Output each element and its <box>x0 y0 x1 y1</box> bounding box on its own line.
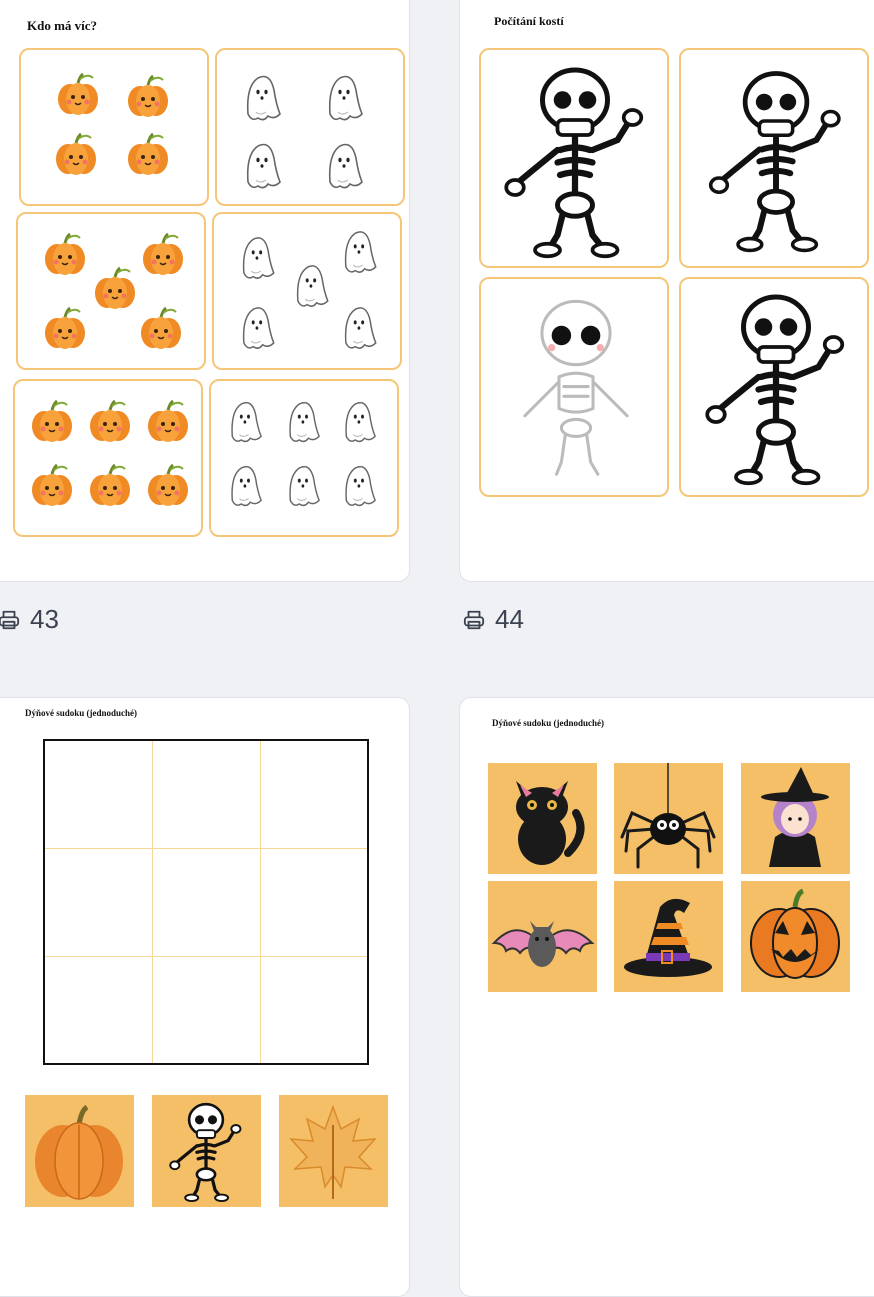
pumpkin-icon <box>143 461 193 511</box>
card-title: Kdo má víc? <box>27 18 98 33</box>
bat-icon <box>491 921 595 967</box>
ghost-icon <box>235 136 287 196</box>
pumpkin-icon <box>53 70 103 120</box>
pumpkin-icon <box>85 461 135 511</box>
ghost-box <box>212 212 402 370</box>
pumpkin-icon <box>51 130 101 180</box>
skeleton-outline-icon <box>503 291 649 487</box>
ghost-icon <box>286 258 334 314</box>
picture-witch-hat[interactable] <box>614 881 723 992</box>
print-count-value: 43 <box>30 604 59 634</box>
pumpkin-icon <box>40 230 90 280</box>
ghost-box <box>215 48 405 206</box>
black-cat-icon <box>516 781 585 865</box>
card-title: Dýňové sudoku (jednoduché) <box>25 708 138 718</box>
ghost-box <box>209 379 399 537</box>
ghost-icon <box>317 136 369 196</box>
skeleton-box <box>679 48 869 268</box>
ghost-icon <box>232 230 280 286</box>
skeleton-icon <box>497 60 653 260</box>
ghost-icon <box>334 300 382 356</box>
skeleton-icon <box>701 64 851 254</box>
pumpkin-icon <box>90 264 140 314</box>
ghost-icon <box>221 459 267 513</box>
ghost-icon <box>335 459 381 513</box>
picture-witch[interactable] <box>741 763 850 874</box>
print-count-value: 44 <box>495 604 524 634</box>
ghost-icon <box>317 68 369 128</box>
printer-icon <box>463 610 485 629</box>
ghost-icon <box>335 395 381 449</box>
ghost-icon <box>235 68 287 128</box>
skeleton-icon <box>691 287 861 487</box>
pumpkin-box <box>13 379 203 537</box>
pumpkin-icon <box>27 397 77 447</box>
picture-black-cat[interactable] <box>488 763 597 874</box>
pumpkin-icon <box>85 397 135 447</box>
skeleton-box <box>679 277 869 497</box>
ghost-icon <box>279 459 325 513</box>
witch-icon <box>761 767 829 867</box>
print-count: 43 <box>0 604 59 635</box>
ghost-icon <box>232 300 280 356</box>
worksheet-card-bones[interactable]: Počítání kostí <box>459 0 874 582</box>
sudoku-piece-pumpkin[interactable] <box>25 1095 134 1207</box>
pumpkin-box <box>16 212 206 370</box>
pumpkin-icon <box>143 397 193 447</box>
pumpkin-icon <box>123 72 173 122</box>
print-count: 44 <box>463 604 524 635</box>
worksheet-card-sudoku-pictures[interactable]: Dýňové sudoku (jednoduché) <box>459 697 874 1297</box>
worksheet-card-compare[interactable]: Kdo má víc? <box>0 0 410 582</box>
picture-jack-o-lantern[interactable] <box>741 881 850 992</box>
jack-o-lantern-icon <box>750 888 840 979</box>
skeleton-icon <box>166 1099 246 1203</box>
picture-bat[interactable] <box>488 881 597 992</box>
pumpkin-icon <box>27 461 77 511</box>
pumpkin-icon <box>40 304 90 354</box>
worksheet-card-sudoku-grid[interactable]: Dýňové sudoku (jednoduché) <box>0 697 410 1297</box>
picture-spider[interactable] <box>614 763 723 874</box>
pumpkin-icon <box>123 130 173 180</box>
ghost-icon <box>279 395 325 449</box>
ghost-icon <box>334 224 382 280</box>
sudoku-grid <box>43 739 369 1065</box>
pumpkin-icon <box>136 304 186 354</box>
printer-icon <box>0 610 20 629</box>
card-title: Dýňové sudoku (jednoduché) <box>492 718 605 728</box>
sudoku-piece-leaf[interactable] <box>279 1095 388 1207</box>
ghost-icon <box>221 395 267 449</box>
pumpkin-icon <box>35 1104 123 1200</box>
skeleton-box <box>479 277 669 497</box>
pumpkin-icon <box>138 230 188 280</box>
card-title: Počítání kostí <box>494 14 564 28</box>
witch-hat-icon <box>624 898 712 977</box>
pumpkin-box <box>19 48 209 206</box>
sudoku-piece-skeleton[interactable] <box>152 1095 261 1207</box>
skeleton-box <box>479 48 669 268</box>
maple-leaf-icon <box>289 1104 377 1199</box>
spider-icon <box>620 763 716 869</box>
